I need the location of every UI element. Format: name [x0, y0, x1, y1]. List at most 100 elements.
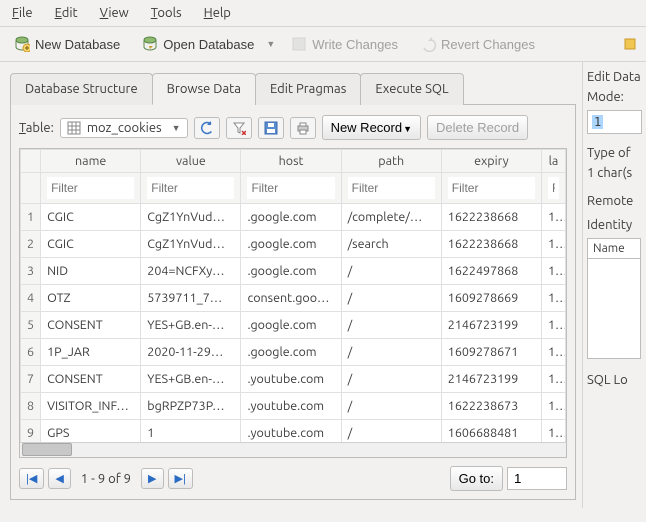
first-page-button[interactable]: |◀ — [19, 468, 44, 489]
next-page-button[interactable]: ▶ — [141, 468, 163, 489]
clear-filter-button[interactable] — [226, 117, 252, 139]
cell-last[interactable]: 16 — [541, 285, 565, 312]
cell-name[interactable]: CONSENT — [41, 366, 141, 393]
goto-input[interactable] — [507, 467, 567, 490]
cell-path[interactable]: / — [341, 339, 441, 366]
print-button[interactable] — [290, 117, 316, 139]
cell-last[interactable]: 16 — [541, 366, 565, 393]
cell-expiry[interactable]: 1622497868 — [441, 258, 541, 285]
cell-value[interactable]: 5739711_7… — [141, 285, 241, 312]
cell-name[interactable]: NID — [41, 258, 141, 285]
table-row[interactable]: 61P_JAR2020-11-29….google.com/1609278671… — [21, 339, 566, 366]
open-database-dropdown[interactable]: ▼ — [266, 39, 275, 49]
table-row[interactable]: 3NID204=NCFXy….google.com/162249786816 — [21, 258, 566, 285]
menu-tools[interactable]: Tools — [147, 4, 186, 22]
prev-page-button[interactable]: ◀ — [48, 468, 70, 489]
table-row[interactable]: 5CONSENTYES+GB.en-….google.com/214672319… — [21, 312, 566, 339]
row-number: 2 — [21, 231, 41, 258]
cell-value[interactable]: CgZ1YnVud… — [141, 231, 241, 258]
cell-last[interactable]: 16 — [541, 258, 565, 285]
cell-host[interactable]: consent.goo… — [241, 285, 341, 312]
cell-path[interactable]: /complete/… — [341, 204, 441, 231]
column-header-expiry[interactable]: expiry — [441, 150, 541, 173]
cell-expiry[interactable]: 2146723199 — [441, 312, 541, 339]
identity-label: Identity — [587, 218, 642, 232]
write-changes-icon — [291, 36, 307, 52]
column-header-value[interactable]: value — [141, 150, 241, 173]
menu-file[interactable]: File — [8, 4, 37, 22]
cell-value[interactable]: YES+GB.en-… — [141, 312, 241, 339]
horizontal-scrollbar[interactable] — [20, 442, 566, 457]
cell-path[interactable]: / — [341, 393, 441, 420]
column-header-rownum[interactable] — [21, 150, 41, 173]
new-database-button[interactable]: New Database — [8, 33, 126, 55]
cell-host[interactable]: .google.com — [241, 339, 341, 366]
cell-value[interactable]: 2020-11-29… — [141, 339, 241, 366]
cell-name[interactable]: VISITOR_INF… — [41, 393, 141, 420]
cell-value[interactable]: 204=NCFXy… — [141, 258, 241, 285]
menu-edit[interactable]: Edit — [51, 4, 82, 22]
cell-path[interactable]: /search — [341, 231, 441, 258]
filter-value[interactable] — [147, 177, 234, 199]
cell-path[interactable]: / — [341, 366, 441, 393]
table-row[interactable]: 1CGICCgZ1YnVud….google.com/complete/…162… — [21, 204, 566, 231]
table-row[interactable]: 8VISITOR_INF…bgRPZP73P….youtube.com/1622… — [21, 393, 566, 420]
toolbar-extra-icon[interactable] — [622, 36, 638, 52]
cell-last[interactable]: 16 — [541, 204, 565, 231]
identity-name-header[interactable]: Name — [587, 238, 641, 259]
tab-browse-data[interactable]: Browse Data — [152, 73, 256, 105]
table-row[interactable]: 2CGICCgZ1YnVud….google.com/search1622238… — [21, 231, 566, 258]
cell-last[interactable]: 16 — [541, 231, 565, 258]
edit-value-box[interactable]: 1 — [587, 110, 642, 134]
cell-host[interactable]: .google.com — [241, 258, 341, 285]
cell-name[interactable]: CGIC — [41, 204, 141, 231]
cell-last[interactable]: 16 — [541, 393, 565, 420]
cell-expiry[interactable]: 1609278671 — [441, 339, 541, 366]
cell-path[interactable]: / — [341, 285, 441, 312]
table-row[interactable]: 4OTZ5739711_7…consent.goo…/160927866916 — [21, 285, 566, 312]
cell-name[interactable]: OTZ — [41, 285, 141, 312]
column-header-name[interactable]: name — [41, 150, 141, 173]
menu-view[interactable]: View — [96, 4, 133, 22]
cell-host[interactable]: .google.com — [241, 312, 341, 339]
cell-host[interactable]: .google.com — [241, 204, 341, 231]
cell-expiry[interactable]: 1622238673 — [441, 393, 541, 420]
new-record-button[interactable]: New Record▼ — [322, 115, 421, 140]
cell-expiry[interactable]: 1622238668 — [441, 231, 541, 258]
filter-name[interactable] — [47, 177, 134, 199]
tab-execute-sql[interactable]: Execute SQL — [360, 73, 463, 105]
cell-path[interactable]: / — [341, 312, 441, 339]
tab-database-structure[interactable]: Database Structure — [10, 73, 153, 105]
cell-last[interactable]: 16 — [541, 339, 565, 366]
table-row[interactable]: 7CONSENTYES+GB.en-….youtube.com/21467231… — [21, 366, 566, 393]
cell-host[interactable]: .youtube.com — [241, 366, 341, 393]
tab-edit-pragmas[interactable]: Edit Pragmas — [255, 73, 361, 105]
filter-host[interactable] — [247, 177, 334, 199]
filter-last[interactable] — [548, 177, 559, 199]
column-header-path[interactable]: path — [341, 150, 441, 173]
last-page-button[interactable]: ▶| — [168, 468, 193, 489]
cell-host[interactable]: .youtube.com — [241, 393, 341, 420]
cell-value[interactable]: YES+GB.en-… — [141, 366, 241, 393]
table-select[interactable]: moz_cookies ▼ — [60, 118, 188, 138]
filter-expiry[interactable] — [448, 177, 535, 199]
cell-last[interactable]: 16 — [541, 312, 565, 339]
cell-expiry[interactable]: 1622238668 — [441, 204, 541, 231]
cell-value[interactable]: CgZ1YnVud… — [141, 204, 241, 231]
cell-host[interactable]: .google.com — [241, 231, 341, 258]
menu-help[interactable]: Help — [200, 4, 235, 22]
filter-path[interactable] — [348, 177, 435, 199]
cell-expiry[interactable]: 2146723199 — [441, 366, 541, 393]
cell-name[interactable]: CGIC — [41, 231, 141, 258]
goto-button[interactable]: Go to: — [450, 466, 503, 491]
cell-path[interactable]: / — [341, 258, 441, 285]
cell-name[interactable]: 1P_JAR — [41, 339, 141, 366]
column-header-host[interactable]: host — [241, 150, 341, 173]
cell-value[interactable]: bgRPZP73P… — [141, 393, 241, 420]
save-button[interactable] — [258, 117, 284, 139]
cell-expiry[interactable]: 1609278669 — [441, 285, 541, 312]
open-database-button[interactable]: Open Database — [136, 33, 260, 55]
refresh-button[interactable] — [194, 117, 220, 139]
column-header-last[interactable]: la — [541, 150, 565, 173]
cell-name[interactable]: CONSENT — [41, 312, 141, 339]
